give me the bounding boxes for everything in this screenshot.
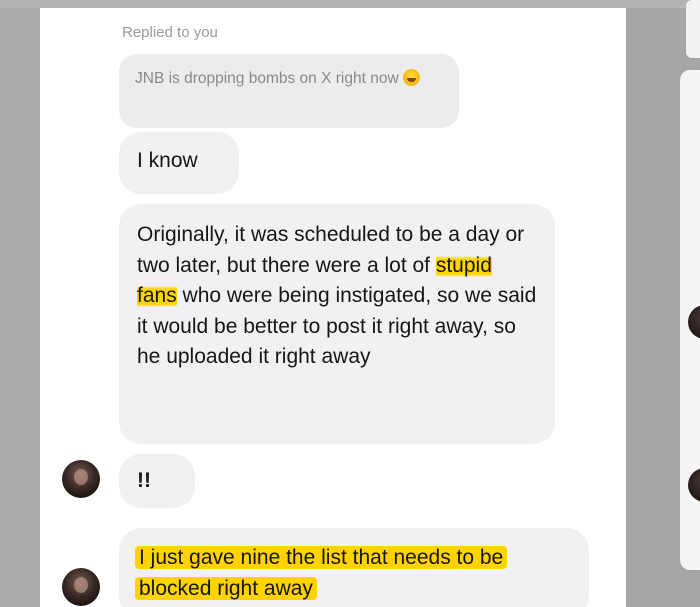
message-text: I know bbox=[137, 149, 198, 172]
adjacent-screen-top bbox=[686, 0, 700, 58]
replied-message-text: JNB is dropping bombs on X right now bbox=[135, 70, 399, 87]
message-text: who were being instigated, so we said it… bbox=[137, 284, 537, 368]
laughing-tears-emoji-icon bbox=[402, 69, 420, 86]
message-bubble[interactable]: Originally, it was scheduled to be a day… bbox=[119, 204, 555, 444]
replied-message-bubble[interactable]: JNB is dropping bombs on X right now bbox=[119, 54, 459, 128]
message-bubble[interactable]: I know bbox=[119, 132, 239, 194]
sender-avatar[interactable] bbox=[62, 568, 100, 606]
message-text: !! bbox=[137, 469, 151, 492]
highlighted-text: I just gave nine the list that needs to … bbox=[135, 546, 508, 600]
message-bubble[interactable]: I just gave nine the list that needs to … bbox=[119, 528, 589, 607]
reply-label: Replied to you bbox=[122, 24, 218, 41]
background-top-edge bbox=[0, 0, 700, 8]
sender-avatar[interactable] bbox=[62, 460, 100, 498]
background-left-edge bbox=[0, 0, 40, 607]
chat-screen: Replied to you JNB is dropping bombs on … bbox=[40, 8, 626, 607]
message-bubble[interactable]: !! bbox=[119, 454, 195, 508]
